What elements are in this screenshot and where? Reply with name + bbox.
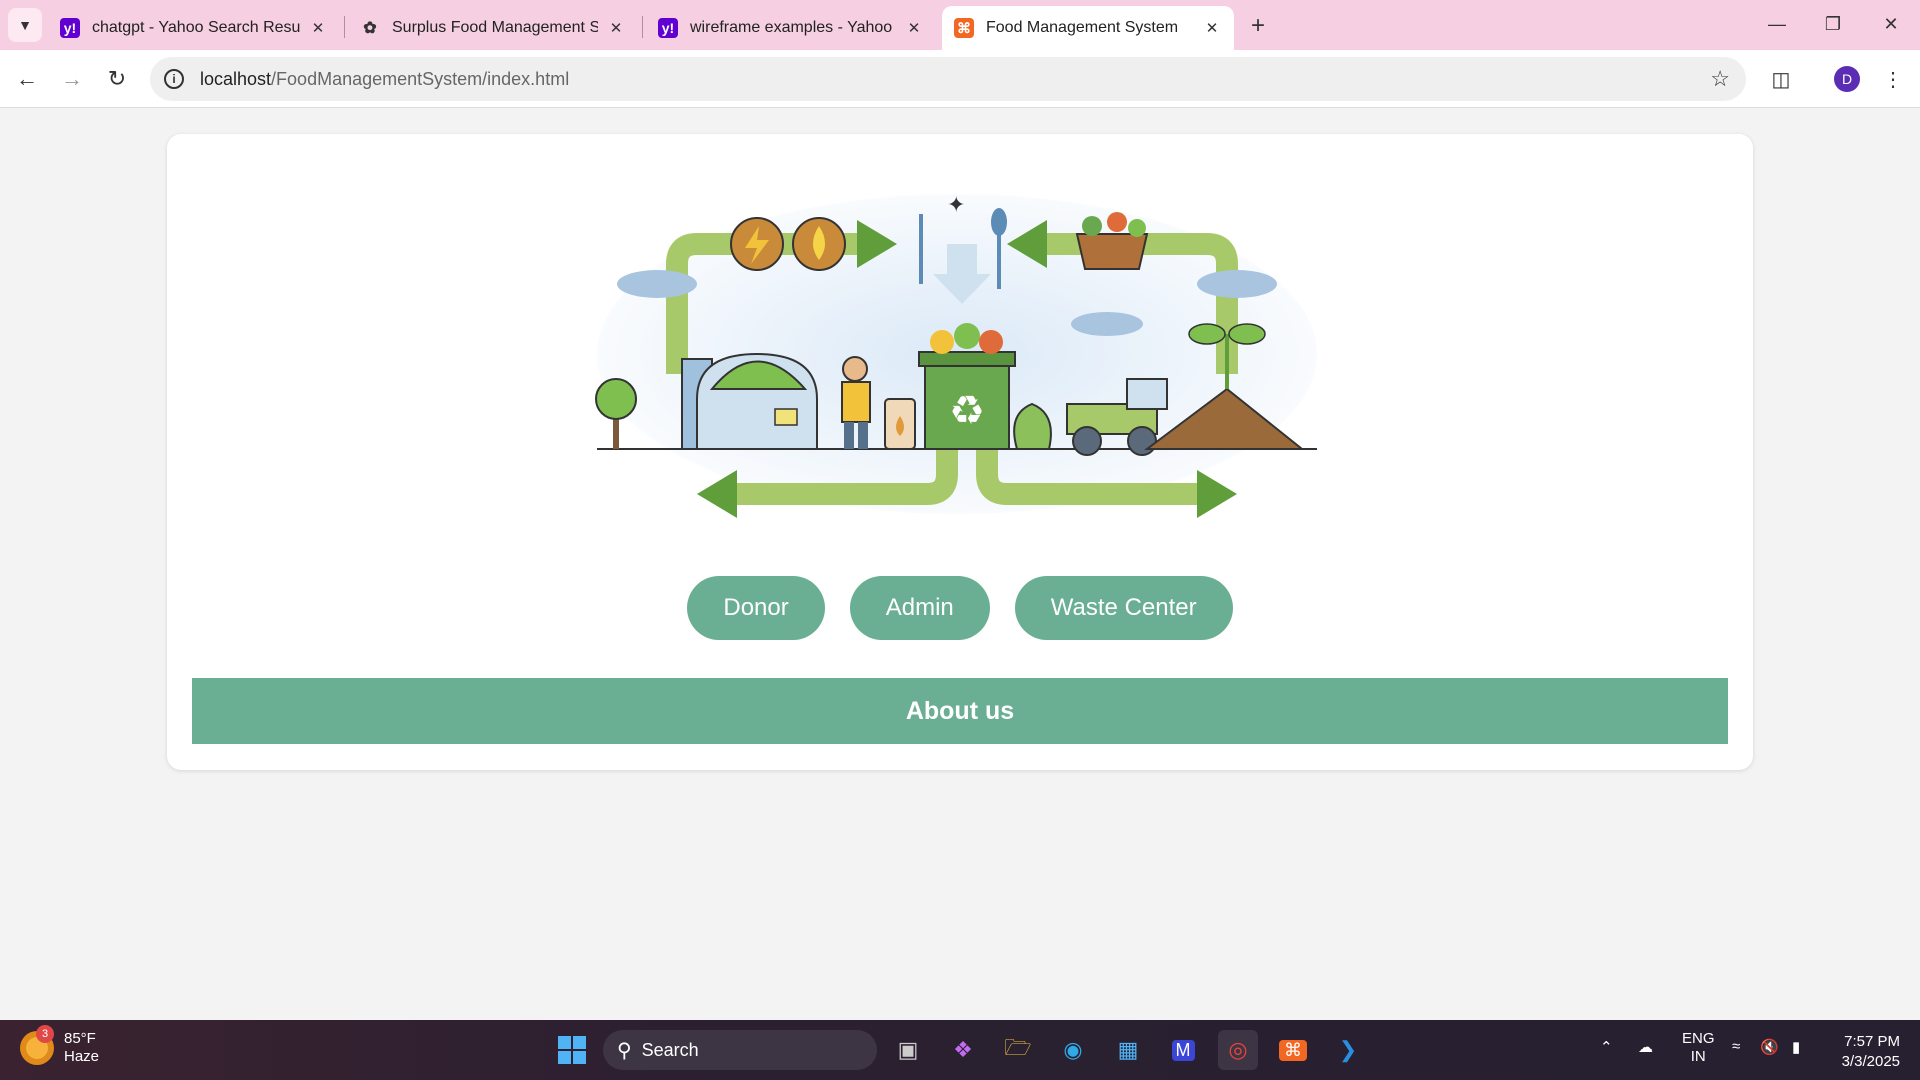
forward-button[interactable]: → bbox=[55, 62, 89, 96]
weather-desc: Haze bbox=[64, 1048, 100, 1065]
store-icon: ▦ bbox=[1117, 1037, 1139, 1062]
info-icon[interactable]: i bbox=[164, 69, 184, 89]
page-content: ✦ ♻ Donor Admin Waste Center About us bbox=[0, 108, 1920, 1020]
plus-icon: + bbox=[1250, 12, 1265, 39]
language-indicator[interactable]: ENG IN bbox=[1682, 1030, 1715, 1066]
tab-title: Surplus Food Management Syst bbox=[392, 19, 598, 36]
menu-button[interactable]: ⋮ bbox=[1876, 62, 1910, 96]
puzzle-icon: ◫ bbox=[1771, 68, 1791, 91]
file-explorer-button[interactable]: 🗁 bbox=[998, 1030, 1038, 1070]
task-view-button[interactable]: ▣ bbox=[888, 1030, 928, 1070]
clock-time: 7:57 PM bbox=[1844, 1033, 1900, 1050]
about-us-bar[interactable]: About us bbox=[192, 678, 1728, 744]
yahoo-icon: y! bbox=[60, 18, 80, 38]
arrow-left-icon: ← bbox=[16, 66, 38, 91]
battery-icon[interactable]: ▮ bbox=[1792, 1038, 1800, 1056]
weather-temp: 85°F bbox=[64, 1030, 96, 1047]
vscode-icon: ❯ bbox=[1338, 1037, 1358, 1062]
reload-icon: ↻ bbox=[107, 66, 127, 91]
chrome-button[interactable]: ◎ bbox=[1218, 1030, 1258, 1070]
edge-button[interactable]: ◉ bbox=[1053, 1030, 1093, 1070]
main-card: ✦ ♻ Donor Admin Waste Center About us bbox=[167, 134, 1753, 770]
search-icon: ⚲ bbox=[617, 1039, 632, 1062]
back-button[interactable]: ← bbox=[10, 62, 44, 96]
volume-muted-icon[interactable]: 🔇 bbox=[1760, 1038, 1779, 1056]
tab-wireframe-yahoo[interactable]: y! wireframe examples - Yahoo Im ✕ bbox=[646, 6, 936, 50]
xampp-button[interactable]: ⌘ bbox=[1273, 1030, 1313, 1070]
tab-surplus-food[interactable]: ✿ Surplus Food Management Syst ✕ bbox=[348, 6, 638, 50]
restore-icon: ❐ bbox=[1824, 13, 1842, 34]
language-code: ENG bbox=[1682, 1030, 1715, 1047]
chevron-down-icon: ▼ bbox=[18, 17, 32, 33]
store-button[interactable]: ▦ bbox=[1108, 1030, 1148, 1070]
show-hidden-icons-button[interactable]: ⌃ bbox=[1600, 1038, 1613, 1056]
url-path: /FoodManagementSystem/index.html bbox=[271, 68, 570, 89]
svg-text:♻: ♻ bbox=[949, 388, 985, 434]
profile-button[interactable]: D bbox=[1830, 62, 1864, 96]
tab-separator bbox=[344, 16, 345, 38]
close-window-button[interactable]: ✕ bbox=[1868, 6, 1914, 42]
address-bar[interactable]: i localhost/FoodManagementSystem/index.h… bbox=[150, 57, 1746, 101]
reload-button[interactable]: ↻ bbox=[100, 62, 134, 96]
extensions-button[interactable]: ◫ bbox=[1764, 62, 1798, 96]
taskbar: 3 85°F Haze ⚲ Search ▣ ❖ 🗁 ◉ ▦ M ◎ ⌘ ❯ ⌃… bbox=[0, 1020, 1920, 1080]
xampp-icon: ⌘ bbox=[954, 18, 974, 38]
edge-icon: ◉ bbox=[1063, 1037, 1083, 1062]
browser-toolbar: ← → ↻ i localhost/FoodManagementSystem/i… bbox=[0, 50, 1920, 108]
donor-button[interactable]: Donor bbox=[687, 576, 825, 640]
more-vertical-icon: ⋮ bbox=[1883, 68, 1903, 91]
xampp-icon: ⌘ bbox=[1279, 1039, 1307, 1061]
weather-widget[interactable]: 3 85°F Haze bbox=[20, 1025, 100, 1066]
tab-chatgpt-yahoo[interactable]: y! chatgpt - Yahoo Search Results ✕ bbox=[48, 6, 340, 50]
minimize-icon: — bbox=[1768, 13, 1786, 34]
url-host: localhost bbox=[200, 68, 272, 89]
svg-text:✦: ✦ bbox=[947, 193, 965, 218]
tab-title: wireframe examples - Yahoo Im bbox=[690, 19, 896, 36]
minimize-button[interactable]: — bbox=[1754, 6, 1800, 42]
bookmark-star-icon[interactable]: ☆ bbox=[1710, 66, 1730, 92]
chrome-icon: ◎ bbox=[1228, 1037, 1248, 1062]
tab-title: Food Management System bbox=[986, 19, 1179, 36]
tab-title: chatgpt - Yahoo Search Results bbox=[92, 19, 300, 36]
restore-button[interactable]: ❐ bbox=[1810, 6, 1856, 42]
chevron-up-icon: ⌃ bbox=[1600, 1039, 1613, 1056]
vscode-button[interactable]: ❯ bbox=[1328, 1030, 1368, 1070]
weather-sun-icon: 3 bbox=[20, 1025, 54, 1065]
food-recycling-illustration: ✦ ♻ bbox=[595, 193, 1317, 518]
waste-center-button[interactable]: Waste Center bbox=[1014, 576, 1233, 640]
new-tab-button[interactable]: + bbox=[1244, 12, 1272, 40]
copilot-icon: ❖ bbox=[953, 1037, 973, 1062]
close-icon[interactable]: ✕ bbox=[308, 18, 328, 38]
clock-date: 3/3/2025 bbox=[1841, 1053, 1900, 1070]
taskbar-search[interactable]: ⚲ Search bbox=[603, 1030, 877, 1070]
url-text[interactable]: localhost/FoodManagementSystem/index.htm… bbox=[200, 69, 569, 90]
yahoo-icon: y! bbox=[658, 18, 678, 38]
tab-strip: ▼ y! chatgpt - Yahoo Search Results ✕ ✿ … bbox=[0, 0, 1920, 50]
avatar: D bbox=[1834, 66, 1860, 92]
folder-icon: 🗁 bbox=[1004, 1035, 1032, 1060]
cloud-tray-icon[interactable]: ☁ bbox=[1638, 1038, 1653, 1056]
close-icon[interactable]: ✕ bbox=[606, 18, 626, 38]
role-buttons: Donor Admin Waste Center bbox=[167, 576, 1753, 640]
tab-separator bbox=[642, 16, 643, 38]
tab-food-management[interactable]: ⌘ Food Management System ✕ bbox=[942, 6, 1234, 50]
arrow-right-icon: → bbox=[61, 66, 83, 91]
close-icon[interactable]: ✕ bbox=[904, 18, 924, 38]
app-button[interactable]: M bbox=[1163, 1030, 1203, 1070]
close-icon: ✕ bbox=[1883, 13, 1899, 34]
search-label: Search bbox=[641, 1039, 699, 1060]
region-code: IN bbox=[1690, 1048, 1706, 1065]
app-icon: M bbox=[1171, 1039, 1195, 1061]
windows-icon bbox=[558, 1036, 586, 1064]
task-view-icon: ▣ bbox=[897, 1037, 919, 1062]
chatgpt-icon: ✿ bbox=[363, 20, 377, 37]
notification-badge: 3 bbox=[36, 1025, 54, 1043]
close-icon[interactable]: ✕ bbox=[1202, 18, 1222, 38]
start-button[interactable] bbox=[552, 1030, 592, 1070]
tab-search-button[interactable]: ▼ bbox=[8, 8, 42, 42]
admin-button[interactable]: Admin bbox=[849, 576, 990, 640]
copilot-button[interactable]: ❖ bbox=[943, 1030, 983, 1070]
wifi-icon[interactable]: ≈ bbox=[1732, 1038, 1740, 1055]
clock[interactable]: 7:57 PM 3/3/2025 bbox=[1820, 1032, 1900, 1072]
